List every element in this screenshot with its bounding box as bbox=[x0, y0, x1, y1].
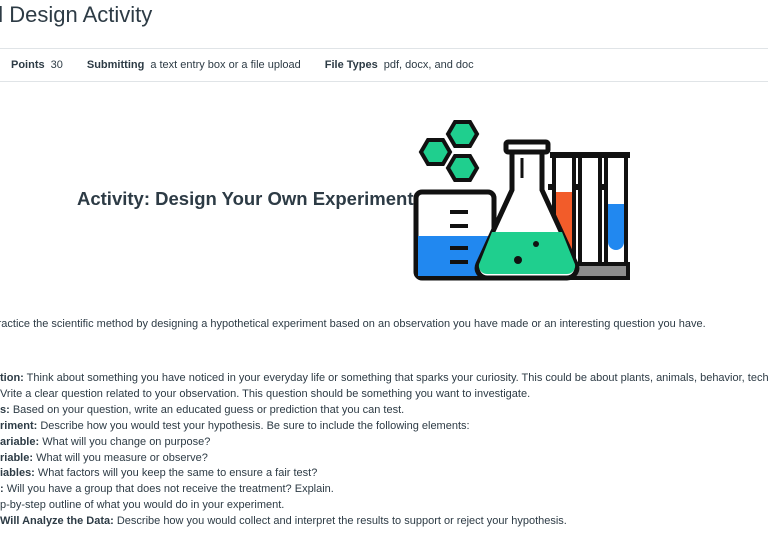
submitting-value: a text entry box or a file upload bbox=[150, 59, 301, 71]
list-item: Will Analyze the Data: Describe how you … bbox=[0, 515, 567, 528]
points-value: 30 bbox=[50, 59, 63, 71]
submitting-label: Submitting bbox=[86, 59, 145, 71]
intro-paragraph: l practice the scientific method by desi… bbox=[0, 318, 706, 330]
assignment-details-bar: Points 30 Submitting a text entry box or… bbox=[0, 48, 768, 82]
list-item: : Will you have a group that does not re… bbox=[0, 483, 334, 496]
list-item: Vrite a clear question related to your o… bbox=[0, 387, 531, 400]
file-types-value: pdf, docx, and doc bbox=[383, 59, 474, 71]
list-item: ariable: What will you change on purpose… bbox=[0, 435, 211, 448]
list-item: s: Based on your question, write an educ… bbox=[0, 403, 405, 416]
steps-list: tion: Think about something you have not… bbox=[0, 371, 768, 530]
list-item: p-by-step outline of what you would do i… bbox=[0, 499, 285, 512]
file-types-label: File Types bbox=[324, 59, 378, 71]
list-item: riment: Describe how you would test your… bbox=[0, 419, 470, 432]
page-title: al Design Activity bbox=[0, 2, 153, 27]
activity-heading: Activity: Design Your Own Experiment bbox=[77, 188, 414, 209]
list-item: tion: Think about something you have not… bbox=[0, 372, 768, 384]
lab-glassware-icon bbox=[413, 120, 630, 281]
list-item: riable: What will you measure or observe… bbox=[0, 451, 208, 464]
points-label: Points bbox=[11, 59, 45, 71]
list-item: iables: What factors will you keep the s… bbox=[0, 467, 318, 480]
